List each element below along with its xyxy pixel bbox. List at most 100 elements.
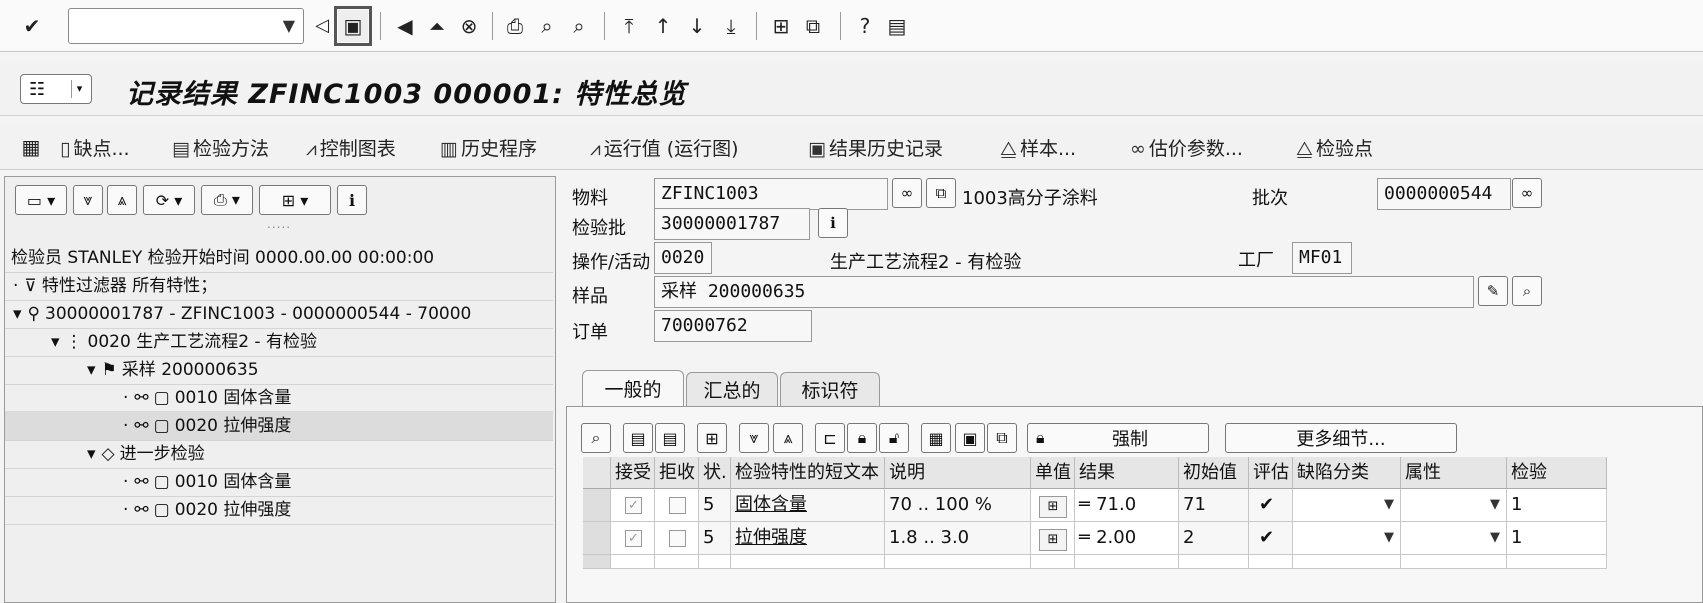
next-page-icon[interactable]: ↓	[684, 12, 710, 40]
defect-class-dropdown[interactable]: ▼	[1293, 522, 1401, 555]
back-icon[interactable]: ◁	[314, 12, 330, 40]
lot-info-button[interactable]: ℹ	[818, 208, 848, 238]
export-button[interactable]: ⧉	[987, 423, 1017, 453]
lock-button[interactable]: 🔒︎	[847, 423, 877, 453]
empty-grid-cell[interactable]	[1293, 555, 1401, 569]
add-row-button[interactable]: ⊞	[697, 423, 727, 453]
accept-checkbox[interactable]: ✓	[611, 522, 655, 555]
empty-grid-cell[interactable]	[583, 555, 611, 569]
plant-field[interactable]: MF01	[1292, 242, 1352, 274]
single-value-button[interactable]: ⊞	[1031, 489, 1075, 522]
collapse-down-button[interactable]: ⩔	[73, 185, 103, 215]
select-all-button[interactable]: ▤	[623, 423, 653, 453]
batch-glasses-button[interactable]: ∞	[1512, 178, 1542, 208]
chevron-down-icon[interactable]: ▼	[283, 16, 295, 35]
zoom-button[interactable]: ⌕	[581, 423, 611, 453]
inspection-lot-field[interactable]: 30000001787	[654, 208, 810, 240]
empty-grid-cell[interactable]	[699, 555, 731, 569]
reject-checkbox[interactable]	[655, 522, 699, 555]
checkbox-checked-icon[interactable]: ✓	[625, 496, 642, 514]
expand-toggle-icon[interactable]: ▾	[13, 304, 22, 324]
column-header-valuation[interactable]: 评估	[1249, 457, 1293, 489]
sample-field[interactable]: 采样 200000635	[654, 276, 1474, 308]
chevron-down-icon[interactable]: ▼	[1490, 489, 1500, 521]
unlock-button[interactable]: 🔓︎	[879, 423, 909, 453]
zoom-button[interactable]: ⌕	[1512, 276, 1542, 306]
tree-node[interactable]: ▾ ⋮ 0020 生产工艺流程2 - 有检验	[5, 327, 553, 357]
checkbox-icon[interactable]	[669, 529, 686, 547]
layout-button[interactable]: ⊞ ▾	[259, 185, 331, 215]
collapse-up-button[interactable]: ⩓	[107, 185, 137, 215]
run-chart-button[interactable]: ⩘ 运行值 (运行图)	[590, 134, 739, 161]
chevron-down-icon[interactable]: ▼	[1384, 489, 1394, 521]
find-icon[interactable]: ⌕	[534, 12, 560, 40]
back-nav-icon[interactable]: ◀	[392, 12, 418, 40]
edit-button[interactable]: ✎	[1478, 276, 1508, 306]
empty-grid-cell[interactable]	[885, 555, 1031, 569]
collapse-up-button[interactable]: ⩓	[773, 423, 803, 453]
batch-field[interactable]: 0000000544	[1377, 178, 1511, 210]
order-field[interactable]: 70000762	[654, 310, 812, 342]
last-page-icon[interactable]: ⤓	[718, 12, 744, 40]
refresh-button[interactable]: ⟳ ▾	[143, 185, 195, 215]
tree-node[interactable]: · ⚯ ▢ 0010 固体含量	[5, 383, 553, 413]
expand-toggle-icon[interactable]: ▾	[87, 360, 96, 380]
column-header-attribute[interactable]: 属性	[1401, 457, 1507, 489]
print-icon[interactable]: ⎙	[502, 12, 528, 40]
command-field[interactable]: ▼	[68, 8, 304, 44]
checkbox-icon[interactable]	[669, 496, 686, 514]
operation-field[interactable]: 0020	[654, 242, 712, 274]
empty-grid-cell[interactable]	[1179, 555, 1249, 569]
column-header-result[interactable]: 结果	[1075, 457, 1179, 489]
empty-grid-cell[interactable]	[1075, 555, 1179, 569]
tab-general[interactable]: 一般的	[582, 370, 684, 406]
result-cell[interactable]: ═ 71.0	[1075, 489, 1179, 522]
column-header-single-value[interactable]: 单值	[1031, 457, 1075, 489]
inspection-point-button[interactable]: ⧋ 检验点	[1296, 134, 1373, 161]
info-button[interactable]: ℹ	[337, 185, 367, 215]
chevron-down-icon[interactable]: ▾	[71, 80, 87, 98]
glasses-button[interactable]: ∞	[892, 178, 922, 208]
tree-node[interactable]: · ⚯ ▢ 0020 拉伸强度	[5, 411, 553, 441]
shortcut-icon[interactable]: ⧉	[800, 12, 826, 40]
exit-icon[interactable]: ⏶	[424, 12, 450, 40]
find-next-icon[interactable]: ⌕	[566, 12, 592, 40]
checkbox-checked-icon[interactable]: ✓	[625, 529, 642, 547]
calculator-button[interactable]: ▦	[921, 423, 951, 453]
inspect-cell[interactable]: 1	[1507, 489, 1607, 522]
tab-summary[interactable]: 汇总的	[686, 372, 778, 406]
help-icon[interactable]: ?	[852, 12, 878, 40]
chevron-down-icon[interactable]: ▼	[1490, 522, 1500, 554]
print-button[interactable]: ⎙ ▾	[201, 185, 253, 215]
accept-checkbox[interactable]: ✓	[611, 489, 655, 522]
empty-grid-cell[interactable]	[1031, 555, 1075, 569]
attribute-dropdown[interactable]: ▼	[1401, 522, 1507, 555]
inspection-method-button[interactable]: ▤ 检验方法	[172, 134, 269, 161]
empty-grid-cell[interactable]	[1401, 555, 1507, 569]
column-header-defect-class[interactable]: 缺陷分类	[1293, 457, 1401, 489]
expand-toggle-icon[interactable]: ▾	[51, 332, 60, 352]
tree-node[interactable]: ▾ ⚲ 30000001787 - ZFINC1003 - 0000000544 -…	[5, 299, 553, 329]
attribute-dropdown[interactable]: ▼	[1401, 489, 1507, 522]
row-selector[interactable]	[583, 522, 611, 555]
column-header-inspect[interactable]: 检验	[1507, 457, 1607, 489]
column-header-description[interactable]: 说明	[885, 457, 1031, 489]
result-cell[interactable]: ═ 2.00	[1075, 522, 1179, 555]
menu-button[interactable]: ☷ ▾	[20, 74, 92, 104]
short-text-cell[interactable]: 固体含量	[731, 489, 885, 522]
enter-icon[interactable]: ✔	[18, 12, 46, 40]
prev-page-icon[interactable]: ↑	[650, 12, 676, 40]
column-header-accept[interactable]: 接受	[611, 457, 655, 489]
settings-icon[interactable]: ▦	[18, 134, 44, 160]
splitter-dots[interactable]: .....	[267, 217, 291, 231]
first-page-icon[interactable]: ⤒	[616, 12, 642, 40]
history-button[interactable]: ▥ 历史程序	[440, 134, 537, 161]
copy-button[interactable]: ⧉	[926, 178, 956, 208]
valuation-params-button[interactable]: ∞ 估价参数...	[1130, 134, 1243, 161]
single-value-button[interactable]: ⊞	[1031, 522, 1075, 555]
tab-identifier[interactable]: 标识符	[780, 372, 880, 406]
chevron-down-icon[interactable]: ▼	[1384, 522, 1394, 554]
reject-checkbox[interactable]	[655, 489, 699, 522]
short-text-cell[interactable]: 拉伸强度	[731, 522, 885, 555]
structure-button[interactable]: ⊏	[815, 423, 845, 453]
